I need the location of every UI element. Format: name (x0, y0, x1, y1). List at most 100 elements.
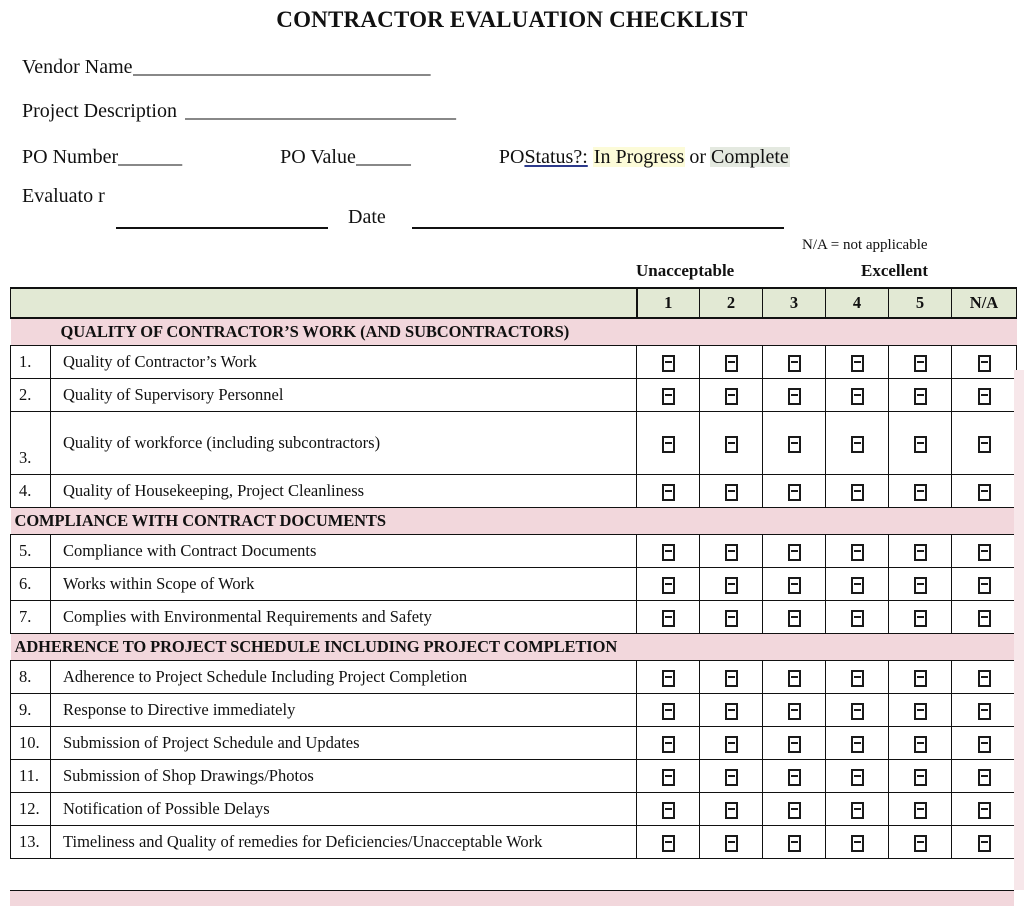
checkbox-icon[interactable] (787, 802, 801, 820)
checkbox-icon[interactable] (787, 835, 801, 853)
checkbox-icon[interactable] (977, 670, 991, 688)
checkbox-icon[interactable] (977, 769, 991, 787)
checkbox-icon[interactable] (724, 577, 738, 595)
checkbox-icon[interactable] (850, 703, 864, 721)
rating-cell-3[interactable] (762, 474, 826, 509)
rating-cell-5[interactable] (888, 660, 952, 695)
checkbox-icon[interactable] (724, 388, 738, 406)
po-status-option-in-progress[interactable]: In Progress (592, 147, 686, 168)
checkbox-icon[interactable] (913, 835, 927, 853)
checkbox-icon[interactable] (977, 610, 991, 628)
rating-cell-na[interactable] (951, 600, 1017, 635)
checkbox-icon[interactable] (913, 484, 927, 502)
rating-cell-2[interactable] (699, 600, 763, 635)
rating-cell-1[interactable] (636, 378, 700, 413)
rating-cell-3[interactable] (762, 792, 826, 827)
rating-cell-5[interactable] (888, 411, 952, 476)
checkbox-icon[interactable] (977, 388, 991, 406)
checkbox-icon[interactable] (913, 703, 927, 721)
checkbox-icon[interactable] (787, 577, 801, 595)
checkbox-icon[interactable] (850, 610, 864, 628)
checkbox-icon[interactable] (977, 835, 991, 853)
rating-cell-2[interactable] (699, 474, 763, 509)
checkbox-icon[interactable] (977, 577, 991, 595)
rating-cell-4[interactable] (825, 411, 889, 476)
checkbox-icon[interactable] (787, 610, 801, 628)
rating-cell-3[interactable] (762, 726, 826, 761)
checkbox-icon[interactable] (850, 577, 864, 595)
rating-cell-2[interactable] (699, 759, 763, 794)
rating-cell-na[interactable] (951, 792, 1017, 827)
checkbox-icon[interactable] (850, 670, 864, 688)
rating-cell-2[interactable] (699, 726, 763, 761)
po-value-input[interactable]: ______ (356, 147, 444, 167)
checkbox-icon[interactable] (913, 577, 927, 595)
rating-cell-5[interactable] (888, 792, 952, 827)
rating-cell-5[interactable] (888, 345, 952, 380)
checkbox-icon[interactable] (724, 484, 738, 502)
rating-cell-3[interactable] (762, 759, 826, 794)
checkbox-icon[interactable] (787, 436, 801, 454)
checkbox-icon[interactable] (724, 610, 738, 628)
rating-cell-4[interactable] (825, 600, 889, 635)
checkbox-icon[interactable] (661, 484, 675, 502)
checkbox-icon[interactable] (977, 703, 991, 721)
rating-cell-1[interactable] (636, 660, 700, 695)
checkbox-icon[interactable] (913, 610, 927, 628)
rating-cell-3[interactable] (762, 534, 826, 569)
rating-cell-1[interactable] (636, 411, 700, 476)
checkbox-icon[interactable] (724, 736, 738, 754)
checkbox-icon[interactable] (661, 736, 675, 754)
checkbox-icon[interactable] (661, 436, 675, 454)
checkbox-icon[interactable] (787, 703, 801, 721)
checkbox-icon[interactable] (724, 769, 738, 787)
rating-cell-2[interactable] (699, 825, 763, 860)
checkbox-icon[interactable] (661, 835, 675, 853)
rating-cell-3[interactable] (762, 411, 826, 476)
checkbox-icon[interactable] (850, 436, 864, 454)
rating-cell-2[interactable] (699, 378, 763, 413)
rating-cell-5[interactable] (888, 534, 952, 569)
rating-cell-2[interactable] (699, 660, 763, 695)
checkbox-icon[interactable] (850, 736, 864, 754)
rating-cell-1[interactable] (636, 726, 700, 761)
evaluator-input[interactable] (116, 227, 328, 230)
rating-cell-4[interactable] (825, 534, 889, 569)
checkbox-icon[interactable] (977, 802, 991, 820)
project-description-input[interactable]: ______________________________ (185, 101, 618, 121)
rating-cell-na[interactable] (951, 567, 1017, 602)
rating-cell-5[interactable] (888, 474, 952, 509)
checkbox-icon[interactable] (787, 736, 801, 754)
checkbox-icon[interactable] (913, 544, 927, 562)
rating-cell-5[interactable] (888, 726, 952, 761)
checkbox-icon[interactable] (850, 388, 864, 406)
checkbox-icon[interactable] (977, 736, 991, 754)
po-number-input[interactable]: _______ (118, 147, 218, 167)
checkbox-icon[interactable] (977, 355, 991, 373)
rating-cell-1[interactable] (636, 825, 700, 860)
rating-cell-4[interactable] (825, 726, 889, 761)
rating-cell-na[interactable] (951, 534, 1017, 569)
checkbox-icon[interactable] (913, 355, 927, 373)
checkbox-icon[interactable] (787, 670, 801, 688)
checkbox-icon[interactable] (661, 355, 675, 373)
checkbox-icon[interactable] (661, 703, 675, 721)
rating-cell-2[interactable] (699, 345, 763, 380)
rating-cell-4[interactable] (825, 345, 889, 380)
rating-cell-4[interactable] (825, 474, 889, 509)
checkbox-icon[interactable] (661, 388, 675, 406)
checkbox-icon[interactable] (724, 835, 738, 853)
rating-cell-1[interactable] (636, 474, 700, 509)
rating-cell-5[interactable] (888, 567, 952, 602)
po-status-option-complete[interactable]: Complete (710, 147, 790, 168)
vendor-name-input[interactable]: _________________________________ (133, 57, 588, 77)
checkbox-icon[interactable] (913, 670, 927, 688)
checkbox-icon[interactable] (724, 670, 738, 688)
checkbox-icon[interactable] (787, 355, 801, 373)
checkbox-icon[interactable] (913, 736, 927, 754)
checkbox-icon[interactable] (724, 703, 738, 721)
checkbox-icon[interactable] (787, 484, 801, 502)
checkbox-icon[interactable] (913, 388, 927, 406)
rating-cell-na[interactable] (951, 825, 1017, 860)
checkbox-icon[interactable] (850, 769, 864, 787)
